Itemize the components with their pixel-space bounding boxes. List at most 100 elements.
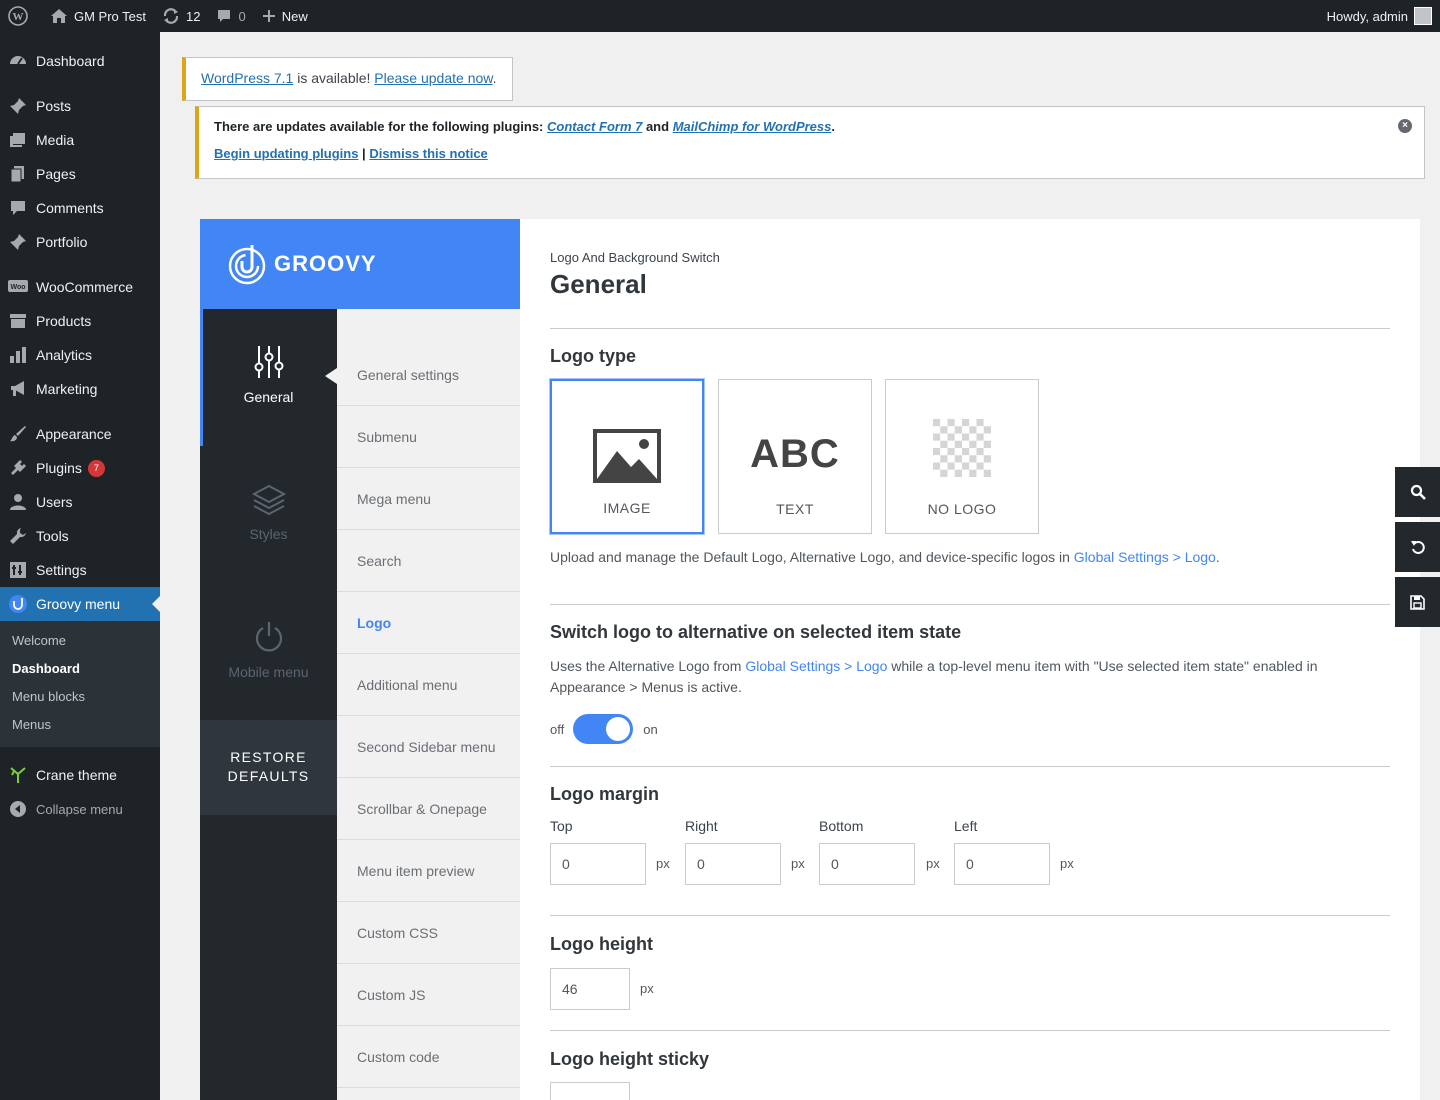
global-settings-logo-link[interactable]: Global Settings > Logo [1074, 549, 1216, 565]
update-now-link[interactable]: Please update now [374, 70, 492, 86]
comments-count: 0 [238, 8, 246, 24]
restore-label-line1: RESTORE [230, 749, 307, 765]
subnav-logo[interactable]: Logo [337, 592, 520, 654]
sidebar-item-label: Pages [36, 166, 76, 182]
tab-mobile-menu[interactable]: Mobile menu [200, 620, 337, 680]
contact-form-link[interactable]: Contact Form 7 [547, 119, 642, 134]
sidebar-item-media[interactable]: Media [0, 123, 160, 157]
sidebar-item-posts[interactable]: Posts [0, 89, 160, 123]
submenu-item-welcome[interactable]: Welcome [0, 628, 160, 656]
margin-top-input[interactable]: 0 [550, 843, 646, 885]
undo-button[interactable] [1395, 522, 1440, 572]
subnav-second-sidebar-menu[interactable]: Second Sidebar menu [337, 716, 520, 778]
brush-icon [8, 424, 28, 444]
sidebar-item-plugins[interactable]: Plugins 7 [0, 451, 160, 485]
subnav-mega-menu[interactable]: Mega menu [337, 468, 520, 530]
search-button[interactable] [1395, 467, 1440, 517]
new-label: New [281, 8, 308, 24]
sidebar-item-label: Products [36, 313, 92, 329]
sidebar-item-label: Tools [36, 528, 69, 544]
mailchimp-link[interactable]: MailChimp for WordPress [673, 119, 832, 134]
sidebar-item-marketing[interactable]: Marketing [0, 372, 160, 406]
restore-defaults-button[interactable]: RESTORE DEFAULTS [200, 720, 337, 815]
sidebar-item-portfolio[interactable]: Portfolio [0, 225, 160, 259]
subnav-submenu[interactable]: Submenu [337, 406, 520, 468]
updates-link[interactable]: 12 [154, 0, 208, 32]
subnav-search[interactable]: Search [337, 530, 520, 592]
settings-subnav: General settings Submenu Mega menu Searc… [337, 309, 520, 1100]
new-content-link[interactable]: New [254, 0, 316, 32]
sidebar-item-label: Media [36, 132, 75, 148]
sliders-icon [254, 346, 283, 378]
margin-left-input[interactable]: 0 [954, 843, 1050, 885]
tab-general[interactable]: General [200, 345, 337, 405]
close-icon[interactable]: × [1398, 119, 1412, 133]
sidebar-item-dashboard[interactable]: Dashboard [0, 44, 160, 78]
sidebar-item-crane-theme[interactable]: Crane theme [0, 758, 160, 792]
groovy-brand: GROOVY [274, 251, 377, 276]
sidebar-item-users[interactable]: Users [0, 485, 160, 519]
begin-updating-link[interactable]: Begin updating plugins [214, 146, 358, 161]
switch-logo-toggle[interactable] [573, 714, 634, 744]
save-button[interactable] [1395, 577, 1440, 627]
dismiss-notice-link[interactable]: Dismiss this notice [369, 146, 487, 161]
sidebar-item-label: Users [36, 494, 73, 510]
tab-styles[interactable]: Styles [200, 484, 337, 542]
margin-bottom-input[interactable]: 0 [819, 843, 915, 885]
subnav-scrollbar-onepage[interactable]: Scrollbar & Onepage [337, 778, 520, 840]
avatar [1414, 7, 1432, 25]
comment-icon [8, 198, 28, 218]
site-name-link[interactable]: GM Pro Test [42, 0, 154, 32]
margin-left-label: Left [954, 818, 978, 834]
notice-separator: | [358, 146, 370, 161]
my-account-link[interactable]: Howdy, admin [1319, 0, 1440, 32]
wordpress-version-link[interactable]: WordPress 7.1 [201, 70, 293, 86]
subnav-custom-css[interactable]: Custom CSS [337, 902, 520, 964]
sidebar-item-products[interactable]: Products [0, 304, 160, 338]
divider [550, 915, 1390, 916]
logo-type-text-option[interactable]: ABC TEXT [718, 379, 872, 534]
sidebar-item-label: Groovy menu [36, 596, 121, 612]
toggle-knob [606, 717, 631, 741]
subnav-custom-js[interactable]: Custom JS [337, 964, 520, 1026]
divider [550, 1030, 1390, 1031]
submenu-item-menu-blocks[interactable]: Menu blocks [0, 684, 160, 712]
subnav-custom-code[interactable]: Custom code [337, 1026, 520, 1088]
option-label: IMAGE [603, 500, 651, 516]
submenu-item-menus[interactable]: Menus [0, 712, 160, 740]
comments-link[interactable]: 0 [208, 0, 253, 32]
logo-type-no-logo-option[interactable]: NO LOGO [885, 379, 1039, 534]
sidebar-item-groovy-menu[interactable]: Groovy menu [0, 587, 160, 621]
sidebar-item-tools[interactable]: Tools [0, 519, 160, 553]
sidebar-item-comments[interactable]: Comments [0, 191, 160, 225]
logo-height-sticky-input[interactable] [550, 1082, 630, 1100]
sidebar-item-woocommerce[interactable]: Woo WooCommerce [0, 270, 160, 304]
logo-height-sticky-title: Logo height sticky [550, 1049, 710, 1069]
submenu-item-dashboard[interactable]: Dashboard [0, 656, 160, 684]
sidebar-item-appearance[interactable]: Appearance [0, 417, 160, 451]
desc-text: Upload and manage the Default Logo, Alte… [550, 549, 1074, 565]
abc-text-icon: ABC [750, 432, 840, 476]
crane-icon [8, 765, 28, 785]
margin-right-input[interactable]: 0 [685, 843, 781, 885]
plug-icon [8, 458, 28, 478]
subnav-general-settings[interactable]: General settings [337, 309, 520, 406]
section-breadcrumb: Logo And Background Switch [550, 250, 720, 265]
sidebar-item-label: Settings [36, 562, 87, 578]
collapse-icon [8, 799, 28, 819]
wordpress-logo-icon[interactable]: W [0, 0, 42, 32]
subnav-menu-item-preview[interactable]: Menu item preview [337, 840, 520, 902]
sidebar-item-settings[interactable]: Settings [0, 553, 160, 587]
unit-label: px [926, 856, 940, 871]
sidebar-item-pages[interactable]: Pages [0, 157, 160, 191]
svg-text:W: W [13, 11, 24, 23]
sidebar-item-analytics[interactable]: Analytics [0, 338, 160, 372]
logo-type-image-option[interactable]: IMAGE [549, 378, 705, 535]
notice-text-and: and [642, 119, 673, 134]
subnav-additional-menu[interactable]: Additional menu [337, 654, 520, 716]
sidebar-item-label: Comments [36, 200, 104, 216]
global-settings-logo-link[interactable]: Global Settings > Logo [745, 658, 887, 674]
admin-bar: W GM Pro Test 12 0 New Howdy, admin [0, 0, 1440, 32]
collapse-menu-button[interactable]: Collapse menu [0, 792, 160, 826]
logo-height-input[interactable]: 46 [550, 968, 630, 1010]
